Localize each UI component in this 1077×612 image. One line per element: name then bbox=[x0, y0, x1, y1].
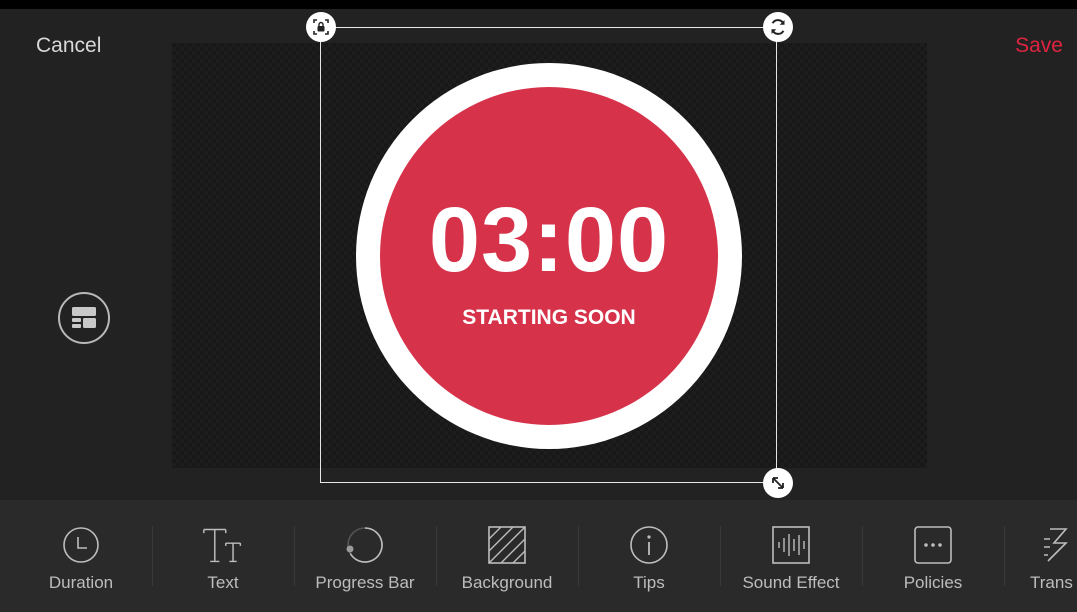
cancel-button[interactable]: Cancel bbox=[36, 34, 101, 58]
tool-label: Progress Bar bbox=[315, 573, 415, 592]
tool-duration[interactable]: Duration bbox=[10, 500, 152, 612]
selection-box[interactable] bbox=[320, 27, 777, 483]
tool-progress-bar[interactable]: Progress Bar bbox=[294, 500, 436, 612]
layout-button[interactable] bbox=[58, 292, 110, 344]
background-hatch-icon bbox=[486, 524, 528, 566]
tool-tips[interactable]: Tips bbox=[578, 500, 720, 612]
lock-handle[interactable] bbox=[306, 12, 336, 42]
resize-icon bbox=[772, 477, 784, 489]
text-icon bbox=[202, 524, 244, 566]
tool-label: Background bbox=[461, 573, 553, 592]
transition-icon bbox=[1035, 524, 1077, 566]
tool-transition[interactable]: Trans bbox=[1004, 500, 1077, 612]
tool-label: Tips bbox=[633, 573, 665, 592]
layout-icon bbox=[72, 307, 96, 328]
save-button[interactable]: Save bbox=[1015, 34, 1063, 58]
clock-icon bbox=[60, 524, 102, 566]
tool-label: Policies bbox=[903, 573, 963, 592]
more-dots-icon bbox=[912, 524, 954, 566]
tool-label: Trans bbox=[1030, 573, 1073, 592]
info-icon bbox=[628, 524, 670, 566]
tool-text[interactable]: Text bbox=[152, 500, 294, 612]
rotate-handle[interactable] bbox=[763, 12, 793, 42]
lock-icon bbox=[313, 19, 329, 35]
tool-policies[interactable]: Policies bbox=[862, 500, 1004, 612]
tool-background[interactable]: Background bbox=[436, 500, 578, 612]
tool-label: Sound Effect bbox=[742, 573, 840, 592]
tool-label: Duration bbox=[48, 573, 114, 592]
resize-handle[interactable] bbox=[763, 468, 793, 498]
progress-ring-icon bbox=[344, 524, 386, 566]
timer-editor-screen: Cancel Save 03:00 STARTING SOON Duration… bbox=[0, 0, 1077, 612]
tool-label: Text bbox=[207, 573, 239, 592]
tool-sound-effect[interactable]: Sound Effect bbox=[720, 500, 862, 612]
bottom-toolbar: Duration Text Progress Bar Background Ti… bbox=[0, 500, 1077, 612]
rotate-icon bbox=[771, 19, 785, 35]
status-bar-edge bbox=[0, 0, 1077, 9]
waveform-icon bbox=[770, 524, 812, 566]
